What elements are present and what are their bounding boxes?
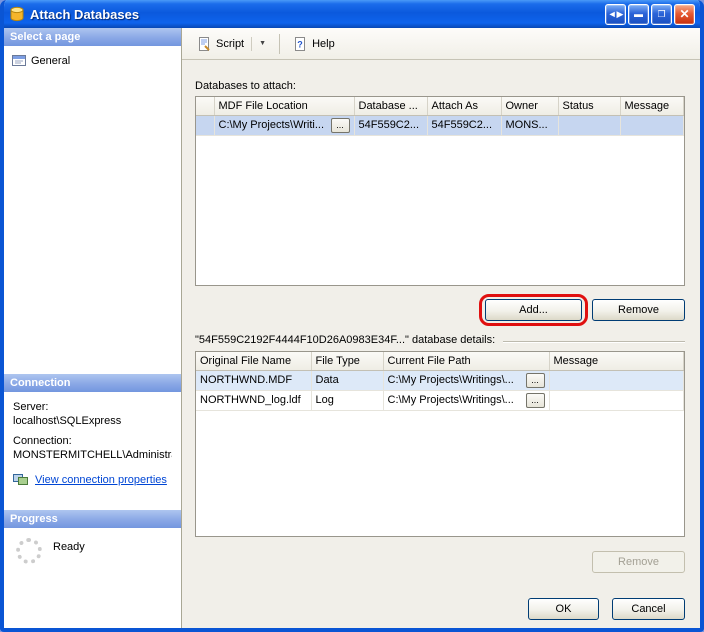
script-button-label: Script	[216, 38, 244, 50]
current-file-path-cell[interactable]: C:\My Projects\Writings\... ...	[383, 390, 549, 410]
connection-header: Connection	[4, 374, 181, 392]
attach-grid-buttons: Add... Remove	[195, 298, 685, 322]
connection-properties-icon	[13, 473, 29, 486]
chevron-down-icon: ▼	[259, 40, 266, 47]
row-selector-cell[interactable]	[196, 115, 214, 135]
nav-arrows-button[interactable]: ◄▶	[605, 4, 626, 25]
database-details-row: "54F559C2192F4444F10D26A0983E34F..." dat…	[195, 333, 685, 347]
databases-to-attach-grid[interactable]: MDF File Location Database ... Attach As…	[195, 96, 685, 286]
connection-panel: Server: localhost\SQLExpress Connection:…	[4, 392, 181, 510]
details-grid-header-row: Original File Name File Type Current Fil…	[196, 352, 684, 370]
browse-log-file-button[interactable]: ...	[526, 393, 545, 408]
add-button[interactable]: Add...	[485, 299, 582, 321]
main-pane: Script ▼ ? Help Databases	[182, 28, 700, 628]
original-file-name-cell[interactable]: NORTHWND_log.ldf	[196, 390, 311, 410]
mdf-file-location-value: C:\My Projects\Writi...	[219, 119, 328, 131]
current-file-path-value: C:\My Projects\Writings\...	[388, 394, 523, 406]
script-icon	[197, 37, 211, 51]
sidebar: Select a page General Connection	[4, 28, 182, 628]
title-bar[interactable]: Attach Databases ◄▶ ▬ ❐ ✕	[4, 0, 700, 28]
progress-header: Progress	[4, 510, 181, 528]
column-header-row-selector	[196, 97, 214, 115]
database-details-label: "54F559C2192F4444F10D26A0983E34F..." dat…	[195, 334, 495, 346]
file-type-cell[interactable]: Log	[311, 390, 383, 410]
general-page-icon	[12, 54, 26, 67]
details-remove-button: Remove	[592, 551, 685, 573]
attach-grid-row[interactable]: C:\My Projects\Writi... ... 54F559C2... …	[196, 115, 684, 135]
column-header-owner: Owner	[501, 97, 558, 115]
ok-button[interactable]: OK	[528, 598, 599, 620]
column-header-database: Database ...	[354, 97, 427, 115]
select-a-page-header: Select a page	[4, 28, 181, 46]
sidebar-item-general[interactable]: General	[8, 52, 177, 69]
column-header-current-file-path: Current File Path	[383, 352, 549, 370]
column-header-status: Status	[558, 97, 620, 115]
script-button-divider	[251, 37, 252, 51]
close-button[interactable]: ✕	[674, 4, 695, 25]
mdf-file-location-cell[interactable]: C:\My Projects\Writi... ...	[214, 115, 354, 135]
database-icon	[9, 6, 25, 22]
progress-spinner-icon	[16, 538, 42, 564]
dialog-buttons: OK Cancel	[195, 598, 685, 620]
details-grid-row[interactable]: NORTHWND_log.ldf Log C:\My Projects\Writ…	[196, 390, 684, 410]
window-controls: ◄▶ ▬ ❐ ✕	[605, 4, 695, 25]
column-header-message: Message	[620, 97, 684, 115]
toolbar: Script ▼ ? Help	[182, 28, 700, 60]
maximize-button[interactable]: ❐	[651, 4, 672, 25]
column-header-file-type: File Type	[311, 352, 383, 370]
connection-label: Connection:	[13, 435, 172, 447]
browse-mdf-button[interactable]: ...	[331, 118, 350, 133]
script-button[interactable]: Script ▼	[190, 33, 273, 55]
details-grid-buttons: Remove	[195, 551, 685, 573]
toolbar-separator	[279, 34, 280, 54]
content-area: Databases to attach: MDF File Location	[182, 60, 700, 628]
minimize-button[interactable]: ▬	[628, 4, 649, 25]
server-value: localhost\SQLExpress	[13, 415, 172, 427]
original-file-name-cell[interactable]: NORTHWND.MDF	[196, 370, 311, 390]
column-header-mdf-file-location: MDF File Location	[214, 97, 354, 115]
view-connection-properties-link[interactable]: View connection properties	[13, 473, 172, 486]
owner-cell[interactable]: MONS...	[501, 115, 558, 135]
connection-value: MONSTERMITCHELL\Administra	[13, 449, 172, 461]
help-button-label: Help	[312, 38, 335, 50]
cancel-button[interactable]: Cancel	[612, 598, 685, 620]
current-file-path-cell[interactable]: C:\My Projects\Writings\... ...	[383, 370, 549, 390]
database-cell[interactable]: 54F559C2...	[354, 115, 427, 135]
message-cell	[620, 115, 684, 135]
database-details-grid[interactable]: Original File Name File Type Current Fil…	[195, 351, 685, 537]
remove-button[interactable]: Remove	[592, 299, 685, 321]
view-connection-properties-label: View connection properties	[35, 474, 167, 486]
progress-panel: Ready	[4, 528, 181, 628]
status-cell	[558, 115, 620, 135]
svg-text:?: ?	[297, 39, 303, 49]
file-type-cell[interactable]: Data	[311, 370, 383, 390]
sidebar-item-label: General	[31, 55, 70, 67]
attach-as-cell[interactable]: 54F559C2...	[427, 115, 501, 135]
attach-grid-header-row: MDF File Location Database ... Attach As…	[196, 97, 684, 115]
details-grid-row[interactable]: NORTHWND.MDF Data C:\My Projects\Writing…	[196, 370, 684, 390]
column-header-attach-as: Attach As	[427, 97, 501, 115]
attach-databases-dialog: Attach Databases ◄▶ ▬ ❐ ✕ Select a page	[0, 0, 704, 632]
progress-status: Ready	[53, 541, 85, 553]
databases-to-attach-label: Databases to attach:	[195, 80, 685, 92]
browse-data-file-button[interactable]: ...	[526, 373, 545, 388]
server-label: Server:	[13, 401, 172, 413]
details-message-cell	[549, 370, 684, 390]
details-separator-line	[503, 341, 685, 343]
current-file-path-value: C:\My Projects\Writings\...	[388, 374, 523, 386]
help-icon: ?	[293, 37, 307, 51]
column-header-original-file-name: Original File Name	[196, 352, 311, 370]
column-header-details-message: Message	[549, 352, 684, 370]
page-list: General	[4, 46, 181, 374]
help-button[interactable]: ? Help	[286, 33, 342, 55]
details-message-cell	[549, 390, 684, 410]
window-title: Attach Databases	[30, 7, 139, 22]
